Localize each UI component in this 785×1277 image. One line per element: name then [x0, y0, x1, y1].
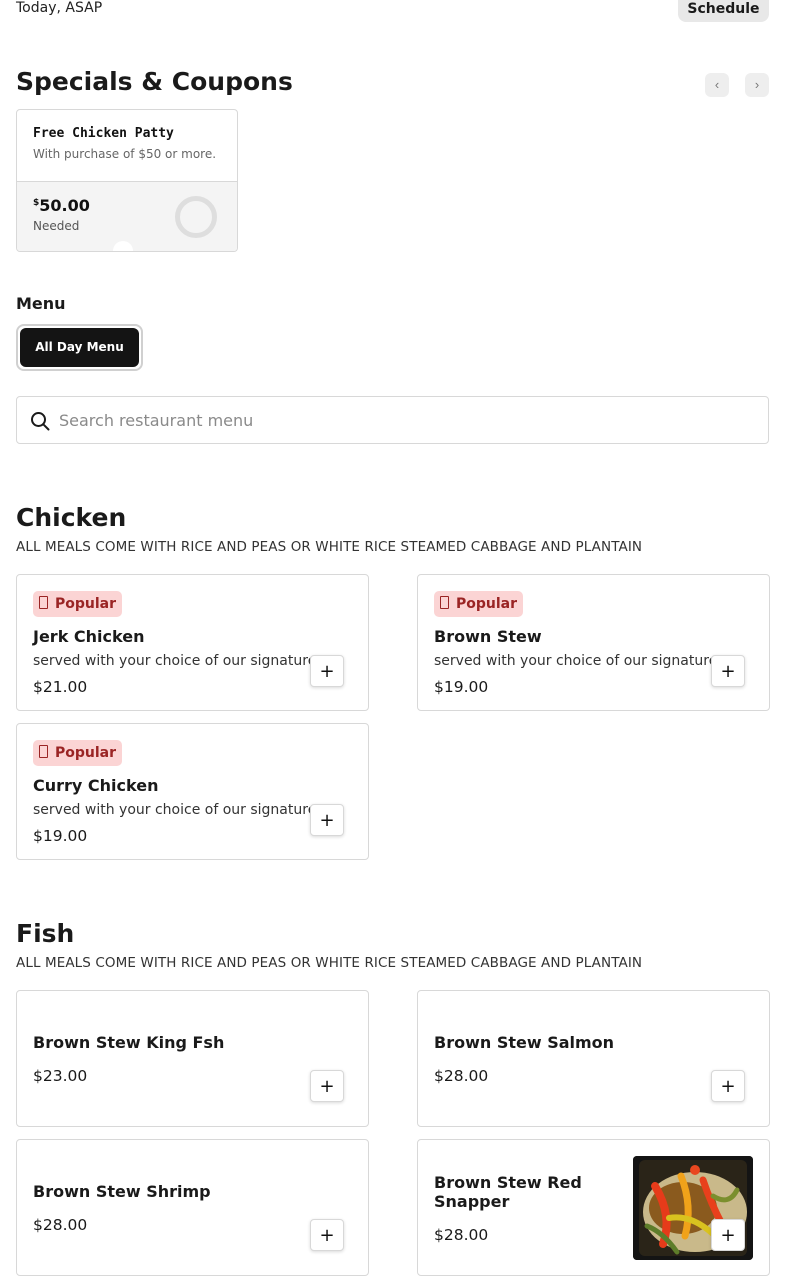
search-bar[interactable] — [16, 396, 769, 444]
menu-item-price: $28.00 — [434, 1226, 489, 1244]
menu-item-card[interactable]: Brown Stew Shrimp $28.00 + — [16, 1139, 369, 1276]
section-description-chicken: ALL MEALS COME WITH RICE AND PEAS OR WHI… — [16, 539, 643, 555]
section-description-fish: ALL MEALS COME WITH RICE AND PEAS OR WHI… — [16, 955, 643, 971]
plus-icon: + — [319, 1075, 335, 1097]
search-input[interactable] — [59, 397, 749, 443]
coupon-amount-value: 50.00 — [39, 196, 90, 215]
specials-next-button[interactable]: › — [745, 73, 769, 97]
add-item-button[interactable]: + — [711, 655, 745, 687]
plus-icon: + — [720, 1075, 736, 1097]
popular-icon — [440, 596, 449, 609]
coupon-name: Free Chicken Patty — [33, 126, 174, 141]
section-title-fish: Fish — [16, 919, 75, 948]
menu-item-card[interactable]: Brown Stew Salmon $28.00 + — [417, 990, 770, 1127]
add-item-button[interactable]: + — [711, 1070, 745, 1102]
menu-item-name: Curry Chicken — [33, 776, 159, 795]
add-item-button[interactable]: + — [310, 804, 344, 836]
badge-label: Popular — [55, 745, 117, 761]
menu-item-name: Brown Stew Red Snapper — [434, 1173, 582, 1211]
add-item-button[interactable]: + — [310, 1219, 344, 1251]
popular-icon — [39, 745, 48, 758]
menu-item-name: Brown Stew Salmon — [434, 1033, 615, 1052]
menu-item-card[interactable]: Popular Curry Chicken served with your c… — [16, 723, 369, 860]
coupon-description: With purchase of $50 or more. — [33, 147, 217, 161]
popular-badge: Popular — [33, 740, 123, 766]
add-item-button[interactable]: + — [310, 655, 344, 687]
menu-item-price: $28.00 — [33, 1216, 88, 1234]
badge-label: Popular — [55, 596, 117, 612]
menu-item-description: served with your choice of our signature — [434, 653, 717, 669]
badge-label: Popular — [456, 596, 518, 612]
chevron-right-icon: › — [754, 77, 760, 92]
popular-badge: Popular — [33, 591, 123, 617]
add-item-button[interactable]: + — [711, 1219, 745, 1251]
plus-icon: + — [720, 660, 736, 682]
plus-icon: + — [720, 1224, 736, 1246]
specials-title: Specials & Coupons — [16, 67, 293, 96]
popular-icon — [39, 596, 48, 609]
menu-item-description: served with your choice of our signature — [33, 653, 316, 669]
coupon-card[interactable]: Free Chicken Patty With purchase of $50 … — [16, 109, 238, 252]
menu-item-card[interactable]: Brown Stew Red Snapper $28.00 + — [417, 1139, 770, 1276]
menu-item-price: $28.00 — [434, 1067, 489, 1085]
search-icon — [31, 412, 50, 431]
order-time-text: Today, ASAP — [16, 0, 103, 16]
schedule-button[interactable]: Schedule — [678, 0, 769, 22]
menu-item-price: $19.00 — [434, 678, 489, 696]
menu-item-price: $23.00 — [33, 1067, 88, 1085]
menu-label: Menu — [16, 294, 66, 313]
specials-prev-button[interactable]: ‹ — [705, 73, 729, 97]
plus-icon: + — [319, 660, 335, 682]
progress-ring-icon — [175, 196, 217, 238]
plus-icon: + — [319, 1224, 335, 1246]
tab-all-day-menu[interactable]: All Day Menu — [20, 328, 139, 367]
menu-item-card[interactable]: Popular Jerk Chicken served with your ch… — [16, 574, 369, 711]
menu-item-name: Jerk Chicken — [33, 627, 145, 646]
menu-item-description: served with your choice of our signature — [33, 802, 316, 818]
menu-item-price: $19.00 — [33, 827, 88, 845]
menu-item-name: Brown Stew Shrimp — [33, 1182, 211, 1201]
order-time-bar: Today, ASAP Schedule — [16, 0, 769, 24]
plus-icon: + — [319, 809, 335, 831]
menu-tab-group: All Day Menu — [16, 324, 143, 371]
menu-item-price: $21.00 — [33, 678, 88, 696]
popular-badge: Popular — [434, 591, 524, 617]
section-title-chicken: Chicken — [16, 503, 127, 532]
coupon-header: Free Chicken Patty With purchase of $50 … — [17, 110, 237, 182]
chevron-left-icon: ‹ — [714, 77, 720, 92]
add-item-button[interactable]: + — [310, 1070, 344, 1102]
menu-item-card[interactable]: Brown Stew King Fsh $23.00 + — [16, 990, 369, 1127]
menu-item-name: Brown Stew King Fsh — [33, 1033, 225, 1052]
menu-item-name: Brown Stew — [434, 627, 542, 646]
menu-item-card[interactable]: Popular Brown Stew served with your choi… — [417, 574, 770, 711]
